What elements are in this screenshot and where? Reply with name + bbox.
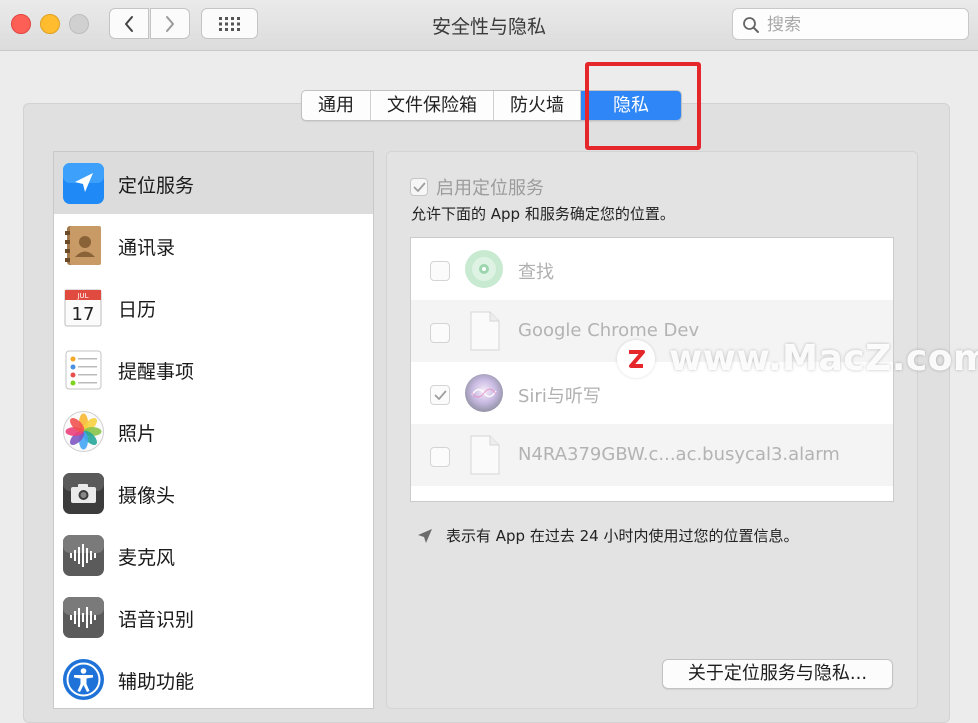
sidebar-item-label: 日历: [118, 299, 157, 321]
accessibility-icon: [63, 659, 104, 700]
sidebar-item-camera[interactable]: 摄像头: [54, 462, 373, 524]
calendar-icon: JUL 17: [64, 289, 102, 327]
app-row-find-my: 查找: [411, 238, 893, 300]
sidebar-item-label: 语音识别: [118, 609, 195, 631]
recent-use-hint: 表示有 App 在过去 24 小时内使用过您的位置信息。: [416, 525, 798, 546]
generic-document-icon: [470, 435, 500, 475]
app-name: 查找: [518, 262, 554, 283]
sidebar-item-label: 定位服务: [118, 175, 195, 197]
sidebar-item-label: 辅助功能: [118, 671, 195, 693]
find-my-icon: [465, 250, 503, 288]
app-checkbox[interactable]: [430, 447, 450, 467]
app-name: Siri与听写: [518, 386, 601, 407]
microphone-waveform-icon: [63, 535, 104, 576]
about-location-privacy-button[interactable]: 关于定位服务与隐私...: [662, 659, 893, 689]
sidebar-item-location-services[interactable]: 定位服务: [54, 152, 373, 214]
enable-location-services: 启用定位服务: [410, 174, 544, 200]
tab-general[interactable]: 通用: [302, 91, 371, 120]
generic-document-icon: [470, 311, 500, 351]
svg-text:17: 17: [72, 304, 95, 325]
search-field[interactable]: [732, 8, 969, 40]
app-row-busycal-alarm: N4RA379GBW.c...ac.busycal3.alarm: [411, 424, 893, 486]
checkmark-icon: [413, 182, 425, 192]
search-input[interactable]: [765, 12, 964, 38]
enable-location-label: 启用定位服务: [436, 178, 544, 199]
checkmark-icon: [434, 390, 446, 400]
recent-use-hint-text: 表示有 App 在过去 24 小时内使用过您的位置信息。: [446, 527, 799, 545]
sidebar-item-microphone[interactable]: 麦克风: [54, 524, 373, 586]
app-checkbox[interactable]: [430, 323, 450, 343]
camera-icon: [63, 473, 104, 514]
speech-recognition-icon: [63, 597, 104, 638]
watermark: www.MacZ.com: [617, 338, 978, 379]
sidebar-item-label: 摄像头: [118, 485, 176, 507]
reminders-icon: [65, 350, 102, 390]
annotation-highlight-box: [585, 62, 701, 150]
watermark-z-icon: [629, 349, 645, 368]
sidebar-item-label: 提醒事项: [118, 361, 195, 383]
svg-text:JUL: JUL: [76, 292, 88, 300]
sidebar-item-contacts[interactable]: 通讯录: [54, 214, 373, 276]
search-icon: [743, 17, 759, 33]
photos-icon: [63, 411, 104, 452]
sidebar-item-reminders[interactable]: 提醒事项: [54, 338, 373, 400]
sidebar-item-label: 照片: [118, 423, 157, 445]
siri-icon: [465, 374, 503, 412]
sidebar-item-accessibility[interactable]: 辅助功能: [54, 648, 373, 708]
sidebar-item-label: 通讯录: [118, 237, 176, 259]
app-checkbox[interactable]: [430, 385, 450, 405]
sidebar-item-calendar[interactable]: JUL 17 日历: [54, 276, 373, 338]
enable-location-checkbox[interactable]: [410, 178, 428, 196]
watermark-logo: [617, 339, 655, 378]
title-bar: 安全性与隐私: [0, 0, 978, 51]
location-arrow-icon: [63, 163, 104, 204]
allow-description: 允许下面的 App 和服务确定您的位置。: [411, 205, 675, 223]
sidebar-item-label: 麦克风: [118, 547, 176, 569]
watermark-text: www.MacZ.com: [669, 338, 978, 379]
sidebar-item-photos[interactable]: 照片: [54, 400, 373, 462]
app-checkbox[interactable]: [430, 261, 450, 281]
tab-filevault[interactable]: 文件保险箱: [371, 91, 494, 120]
location-arrow-small-icon: [418, 528, 432, 543]
sidebar-item-speech-recognition[interactable]: 语音识别: [54, 586, 373, 648]
app-name: N4RA379GBW.c...ac.busycal3.alarm: [518, 444, 840, 465]
tab-firewall[interactable]: 防火墙: [494, 91, 581, 120]
contacts-book-icon: [65, 226, 101, 265]
privacy-category-list: 定位服务 通讯录 JUL 17 日历 提醒事项 照片 摄像头 麦克风 语音识别 …: [53, 151, 374, 709]
